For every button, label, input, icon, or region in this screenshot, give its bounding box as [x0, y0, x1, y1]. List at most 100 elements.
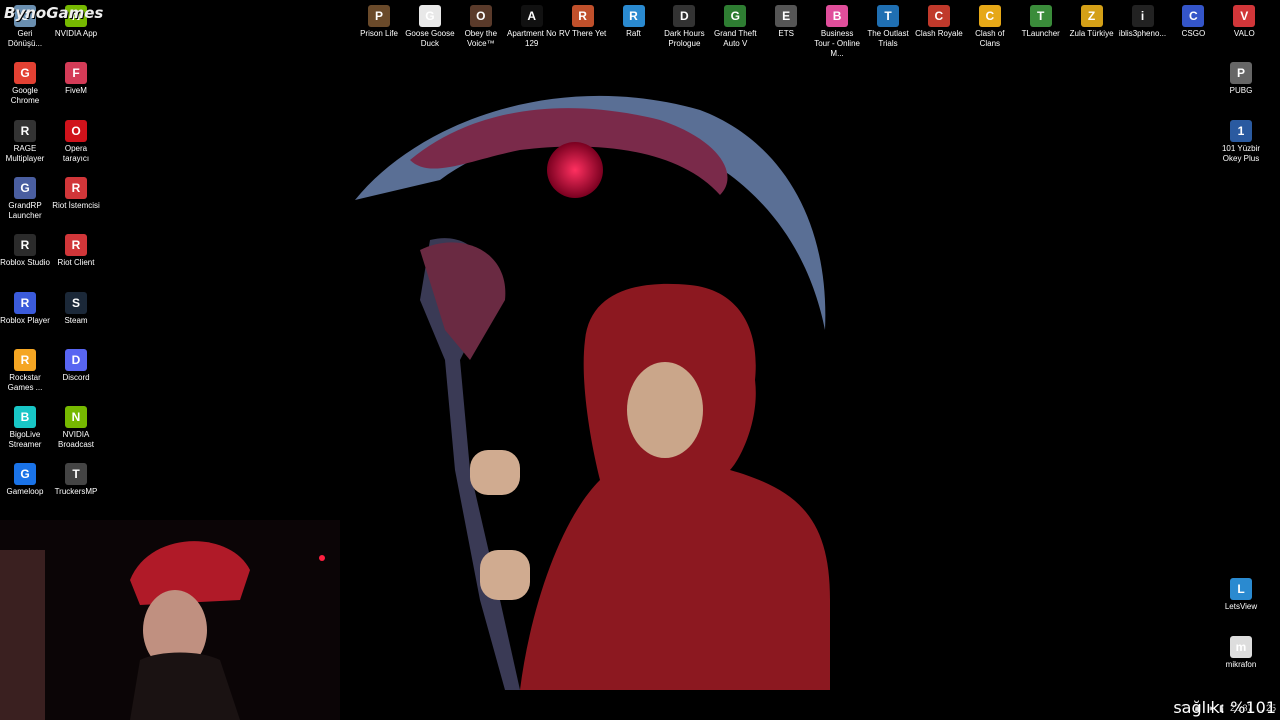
desktop-shortcut-label: Raft [626, 29, 641, 38]
desktop-shortcut[interactable]: S Steam [51, 291, 101, 326]
desktop-shortcut-label: Discord [62, 372, 90, 382]
desktop-shortcut[interactable]: G Google Chrome [0, 62, 50, 106]
desktop-shortcut-label: Dark Hours Prologue [664, 29, 705, 48]
desktop-shortcut[interactable]: R Riot İstemcisi [51, 176, 101, 211]
steam-icon: S [65, 291, 87, 314]
desktop-shortcut-label: Clash of Clans [975, 29, 1005, 48]
desktop-shortcut-label: Google Chrome [10, 86, 40, 106]
raft-icon: R [622, 5, 645, 27]
okey-icon: 1 [1230, 120, 1252, 142]
desktop-shortcut-label: CSGO [1181, 29, 1206, 38]
ets-icon: E [775, 5, 798, 27]
nvidia-broadcast-icon: N [65, 406, 87, 429]
desktop-shortcut[interactable]: P Prison Life [354, 5, 404, 39]
clash-of-clans-icon: C [978, 5, 1001, 27]
microphone-file-icon: m [1230, 636, 1252, 658]
desktop-shortcut[interactable]: T TLauncher [1016, 5, 1066, 39]
taskbar: ⌃ ▣ ● ▮ 22:37 ...25 [340, 696, 1280, 720]
opera-icon: O [65, 119, 87, 142]
clash-royale-icon: C [927, 5, 950, 27]
desktop-shortcut[interactable]: O Opera tarayıcı [51, 119, 101, 164]
desktop-shortcut[interactable]: F FiveM [51, 62, 101, 96]
desktop-shortcut[interactable]: R RAGE Multiplayer [0, 119, 50, 164]
desktop-shortcut-label: Geri Dönüşü... [7, 29, 43, 48]
desktop-shortcut-label: The Outlast Trials [867, 29, 909, 48]
desktop-shortcut[interactable]: G Goose Goose Duck [405, 5, 455, 49]
desktop-shortcut-label: mikrafon [1225, 660, 1257, 669]
rv-icon: R [571, 5, 594, 27]
desktop-shortcut[interactable]: T TruckersMP [51, 463, 101, 497]
desktop-shortcut-label: iblis3pheno... [1118, 29, 1167, 38]
desktop-shortcut[interactable]: E ETS [761, 5, 811, 39]
desktop-shortcut-label: Business Tour - Online M... [814, 29, 860, 58]
gameloop-icon: G [14, 463, 36, 486]
desktop-shortcut-label: VALO [1233, 29, 1255, 38]
rage-icon: R [14, 119, 36, 142]
desktop-shortcut[interactable]: G Gameloop [0, 463, 50, 497]
desktop-shortcut[interactable]: C Clash of Clans [965, 5, 1015, 49]
desktop-shortcut-label: TLauncher [1021, 29, 1060, 38]
desktop-shortcut[interactable]: B Business Tour - Online M... [812, 5, 862, 59]
desktop-shortcut[interactable]: i iblis3pheno... [1118, 5, 1168, 39]
desktop-shortcut-label: Obey the Voice™ [464, 29, 498, 48]
desktop-shortcut-label: Gameloop [6, 487, 44, 497]
rockstar-icon: R [14, 348, 36, 371]
desktop-shortcut[interactable]: 1 101 Yüzbir Okey Plus [1216, 120, 1266, 164]
desktop-shortcut-label: Goose Goose Duck [405, 29, 455, 48]
prison-life-icon: P [368, 5, 390, 27]
business-tour-icon: B [826, 5, 849, 27]
desktop-shortcut-label: ETS [778, 29, 794, 38]
desktop-shortcut[interactable]: R RV There Yet [558, 5, 608, 39]
grandrp-icon: G [14, 176, 36, 199]
desktop-shortcut[interactable]: D Dark Hours Prologue [659, 5, 709, 49]
desktop-shortcut[interactable]: R Riot Client [51, 234, 101, 268]
apartment-icon: A [520, 5, 543, 27]
streamer-webcam-overlay [0, 520, 340, 720]
zula-icon: Z [1080, 5, 1103, 27]
desktop-shortcut-label: Clash Royale [915, 29, 963, 38]
health-overlay-text: sağlık: %101 [1173, 698, 1276, 717]
desktop-shortcut[interactable]: V VALO [1219, 5, 1269, 39]
gta-icon: G [724, 5, 747, 27]
desktop-shortcut[interactable]: D Discord [51, 348, 101, 383]
desktop-shortcut[interactable]: G Grand Theft Auto V [710, 5, 760, 49]
desktop-shortcut-label: Roblox Studio [0, 258, 50, 268]
desktop-shortcut[interactable]: R Rockstar Games ... [0, 348, 50, 393]
desktop-shortcut[interactable]: R Roblox Studio [0, 234, 50, 268]
desktop-shortcut[interactable]: C Clash Royale [914, 5, 964, 39]
dark-hours-icon: D [673, 5, 696, 27]
desktop-shortcut[interactable]: B BigoLive Streamer [0, 406, 50, 450]
roblox-icon: R [14, 291, 36, 314]
bigolive-icon: B [14, 406, 36, 429]
desktop-shortcut[interactable]: A Apartment No 129 [507, 5, 557, 49]
desktop-shortcut[interactable]: R Raft [609, 5, 659, 39]
desktop-shortcut-label: Riot Client [57, 258, 95, 268]
outlast-icon: T [877, 5, 899, 27]
desktop-shortcut[interactable]: P PUBG [1216, 62, 1266, 96]
desktop-shortcut-label: PUBG [1229, 86, 1253, 95]
goose-duck-icon: G [418, 5, 441, 27]
desktop-shortcut-label: RAGE Multiplayer [5, 143, 45, 163]
desktop-shortcut[interactable]: C CSGO [1168, 5, 1218, 39]
desktop-shortcut[interactable]: Z Zula Türkiye [1067, 5, 1117, 39]
letsview-icon: L [1230, 578, 1252, 600]
stream-brand-watermark: BynoGames [4, 4, 104, 22]
desktop-shortcut-label: Prison Life [360, 29, 398, 38]
desktop-shortcut-label: Roblox Player [0, 315, 50, 325]
desktop-shortcut[interactable]: G GrandRP Launcher [0, 176, 50, 221]
desktop-shortcut[interactable]: R Roblox Player [0, 291, 50, 326]
desktop-shortcut[interactable]: O Obey the Voice™ [456, 5, 506, 49]
riot-icon: R [65, 176, 87, 199]
desktop-shortcut-label: NVIDIA Broadcast [57, 430, 95, 450]
obey-voice-icon: O [469, 5, 492, 27]
desktop-shortcut[interactable]: T The Outlast Trials [863, 5, 913, 49]
desktop-shortcut[interactable]: L LetsView [1216, 578, 1266, 612]
desktop-shortcut-label: TruckersMP [54, 487, 98, 497]
desktop-shortcut-label: 101 Yüzbir Okey Plus [1221, 144, 1261, 163]
desktop-shortcut[interactable]: N NVIDIA Broadcast [51, 406, 101, 450]
desktop-shortcut-label: FiveM [65, 86, 87, 96]
desktop-shortcut[interactable]: m mikrafon [1216, 636, 1266, 670]
desktop-shortcut-label: RV There Yet [558, 29, 607, 38]
desktop-shortcut-label: Steam [64, 315, 88, 325]
desktop-shortcut-label: Apartment No 129 [507, 29, 557, 48]
